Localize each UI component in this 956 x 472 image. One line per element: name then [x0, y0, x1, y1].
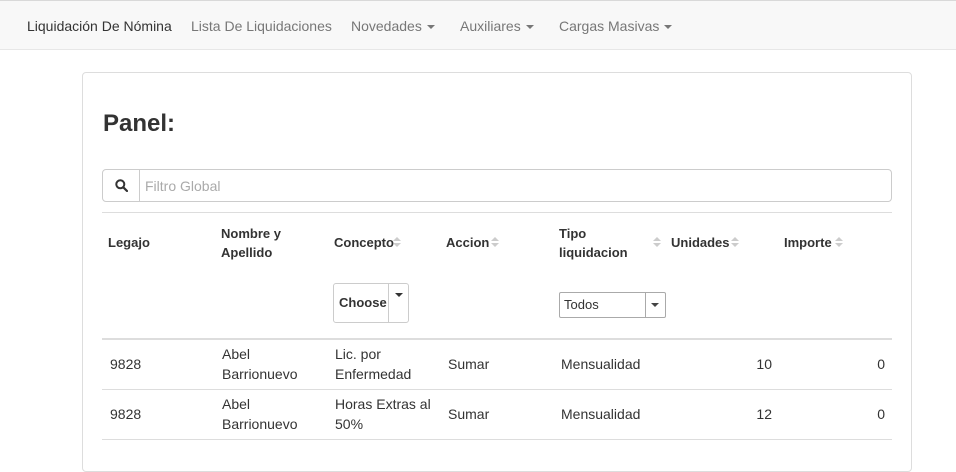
panel [82, 72, 912, 472]
nav-brand[interactable]: Liquidación De Nómina [27, 1, 172, 51]
caret-down-icon [525, 25, 534, 30]
cell-tipo: Mensualidad [561, 406, 641, 422]
cell-accion: Sumar [448, 356, 490, 372]
cell-nombre: Abel Barrionuevo [222, 396, 298, 432]
sort-icon[interactable] [491, 237, 499, 249]
caret-down-icon [395, 293, 403, 297]
sort-icon[interactable] [731, 237, 739, 249]
col-header-nombre: Nombre y Apellido [221, 226, 281, 260]
cell-accion: Sumar [448, 406, 490, 422]
caret-down-icon [426, 25, 435, 30]
sort-icon[interactable] [653, 237, 661, 249]
nav-cargas-masivas-dropdown[interactable]: Cargas Masivas [559, 1, 673, 51]
col-header-importe[interactable]: Importe [784, 233, 832, 252]
page-title: Panel: [103, 110, 176, 137]
divider [388, 284, 389, 322]
cell-concepto: Horas Extras al 50% [335, 396, 431, 432]
global-filter [102, 169, 897, 202]
top-navbar: Liquidación De Nómina Lista De Liquidaci… [0, 0, 956, 50]
concepto-filter-multiselect[interactable]: Choose [333, 283, 409, 323]
col-header-unidades[interactable]: Unidades [671, 233, 730, 252]
nav-auxiliares-dropdown[interactable]: Auxiliares [460, 1, 534, 51]
cell-legajo: 9828 [110, 406, 142, 422]
caret-down-icon [651, 303, 659, 307]
select-value: Todos [564, 297, 599, 312]
tipo-liquidacion-filter-select[interactable]: Todos [559, 292, 666, 318]
nav-novedades-dropdown[interactable]: Novedades [351, 1, 435, 51]
caret-down-icon [664, 25, 673, 30]
nav-label: Lista De Liquidaciones [191, 18, 332, 34]
cell-concepto: Lic. por Enfermedad [335, 346, 412, 382]
search-icon [115, 179, 128, 192]
cell-tipo: Mensualidad [561, 356, 641, 372]
sort-icon[interactable] [393, 237, 401, 249]
col-header-tipo[interactable]: Tipo liquidacion [559, 224, 639, 262]
row-divider [102, 389, 892, 390]
cell-legajo: 9828 [110, 356, 142, 372]
col-header-legajo: Legajo [108, 235, 150, 250]
col-header-concepto[interactable]: Concepto [334, 233, 394, 252]
cell-importe: 0 [877, 356, 885, 372]
cell-nombre: Abel Barrionuevo [222, 346, 298, 382]
table-top-border [102, 212, 892, 213]
nav-label: Novedades [351, 18, 422, 34]
sort-icon[interactable] [835, 237, 843, 249]
search-addon [103, 170, 140, 201]
search-input[interactable] [141, 170, 897, 201]
cell-unidades: 10 [756, 356, 772, 372]
multiselect-label: Choose [339, 295, 387, 310]
nav-label: Auxiliares [460, 18, 521, 34]
select-toggle[interactable] [645, 293, 665, 317]
row-divider [102, 439, 892, 440]
table-header-border [102, 338, 892, 340]
cell-unidades: 12 [756, 406, 772, 422]
cell-importe: 0 [877, 406, 885, 422]
nav-lista-de-liquidaciones[interactable]: Lista De Liquidaciones [191, 1, 332, 51]
col-header-accion[interactable]: Accion [446, 233, 489, 252]
nav-label: Cargas Masivas [559, 18, 660, 34]
